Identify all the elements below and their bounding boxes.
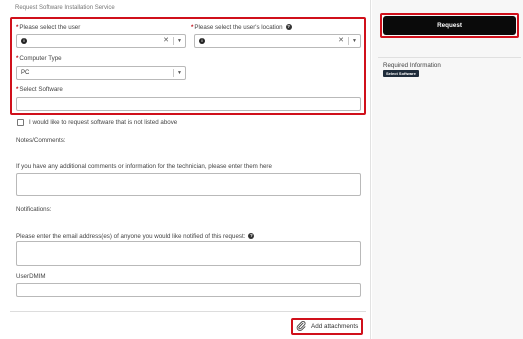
required-info-label: Required Information	[383, 62, 441, 69]
clear-icon[interactable]: ✕	[336, 35, 346, 47]
notes-label: Notes/Comments:	[16, 137, 66, 144]
computer-type-select[interactable]: PC ▼	[16, 66, 186, 80]
paperclip-icon	[296, 321, 306, 331]
not-listed-checkbox[interactable]	[17, 119, 24, 126]
notes-hint: If you have any additional comments or i…	[16, 163, 272, 170]
info-icon: i	[21, 38, 27, 44]
email-hint-label: Please enter the email address(es) of an…	[16, 233, 255, 240]
info-icon: i	[199, 38, 205, 44]
notifications-label: Notifications:	[16, 206, 52, 213]
help-icon[interactable]: ?	[248, 233, 255, 240]
software-input[interactable]	[16, 97, 361, 111]
sidebar-divider	[378, 57, 521, 58]
software-label: *Select Software	[16, 86, 63, 93]
add-attachments-label: Add attachments	[311, 323, 359, 330]
location-label: *Please select the user's location?	[191, 24, 292, 31]
clear-icon[interactable]: ✕	[161, 35, 171, 47]
request-button[interactable]: Request	[383, 16, 516, 35]
computer-type-label: *Computer Type	[16, 55, 62, 62]
userdmim-label: UserDMIM	[16, 273, 46, 280]
not-listed-label[interactable]: I would like to request software that is…	[29, 119, 177, 126]
chevron-down-icon[interactable]: ▼	[174, 35, 185, 47]
location-select[interactable]: i ✕ ▼	[194, 34, 361, 48]
help-icon[interactable]: ?	[285, 24, 292, 31]
side-panel	[372, 0, 523, 339]
notes-textarea[interactable]	[16, 173, 361, 196]
email-textarea[interactable]	[16, 241, 361, 266]
userdmim-input[interactable]	[16, 283, 361, 297]
user-label: *Please select the user	[16, 24, 81, 31]
chevron-down-icon[interactable]: ▼	[349, 35, 360, 47]
add-attachments-button[interactable]: Add attachments	[293, 320, 361, 333]
divider	[10, 311, 366, 312]
required-field-badge[interactable]: Select Software	[383, 70, 419, 77]
computer-type-value: PC	[21, 70, 30, 76]
user-select[interactable]: i ✕ ▼	[16, 34, 186, 48]
page-title: Request Software Installation Service	[15, 5, 115, 11]
chevron-down-icon[interactable]: ▼	[174, 67, 185, 79]
